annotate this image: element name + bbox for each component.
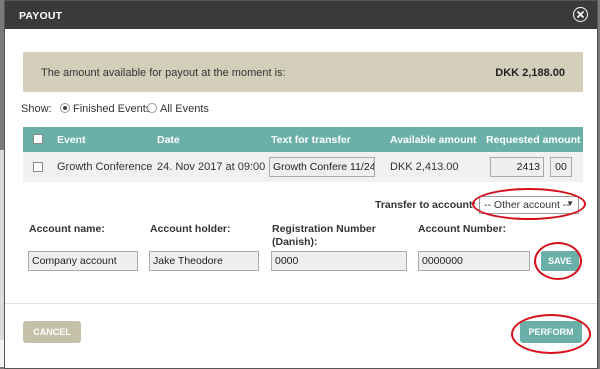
requested-decimals-input[interactable]: 00 [550,157,572,177]
account-name-input[interactable]: Company account [28,251,138,271]
modal-header: PAYOUT [5,1,597,29]
radio-selected-icon[interactable] [60,103,70,113]
modal-title: PAYOUT [19,10,63,22]
col-available: Available amount [390,134,477,146]
transfer-to-account-label: Transfer to account: [375,199,476,211]
transfer-text-input[interactable]: Growth Confere 11/24 [269,157,375,177]
registration-number-label: Registration Number (Danish): [272,223,376,248]
col-transfer-text: Text for transfer [271,134,351,146]
account-holder-input[interactable]: Jake Theodore [149,251,259,271]
select-all-checkbox[interactable] [33,134,43,144]
account-number-input[interactable]: 0000000 [418,251,530,271]
available-amount-box: The amount available for payout at the m… [23,52,583,92]
available-amount-label: The amount available for payout at the m… [41,67,286,79]
account-holder-label: Account holder: [150,223,231,235]
payout-modal: PAYOUT The amount available for payout a… [4,0,598,369]
col-event: Event [57,134,86,146]
perform-button[interactable]: PERFORM [520,321,582,343]
show-label: Show: [21,103,52,115]
close-icon[interactable] [573,7,588,22]
transfer-account-select[interactable]: -- Other account -- ▼ [479,196,579,214]
save-button[interactable]: SAVE [541,251,579,271]
col-date: Date [157,134,180,146]
table-row: Growth Conference 24. Nov 2017 at 09:00 … [23,152,583,182]
table-header: Event Date Text for transfer Available a… [23,127,583,152]
registration-number-input[interactable]: 0000 [271,251,407,271]
footer-divider [5,303,597,304]
dropdown-arrow-icon: ▼ [566,199,574,208]
row-checkbox[interactable] [33,162,43,172]
radio-all-events[interactable]: All Events [147,103,209,115]
row-event: Growth Conference [57,161,153,173]
requested-amount-input[interactable]: 2413 [490,157,544,177]
radio-unselected-icon[interactable] [147,103,157,113]
available-amount-value: DKK 2,188.00 [495,67,565,79]
col-requested: Requested amount [486,134,581,146]
radio-finished-events[interactable]: Finished Events [60,103,151,115]
row-date: 24. Nov 2017 at 09:00 [157,161,266,173]
row-available: DKK 2,413.00 [390,161,459,173]
cancel-button[interactable]: CANCEL [23,321,81,343]
account-name-label: Account name: [29,223,105,235]
account-number-label: Account Number: [418,223,507,235]
